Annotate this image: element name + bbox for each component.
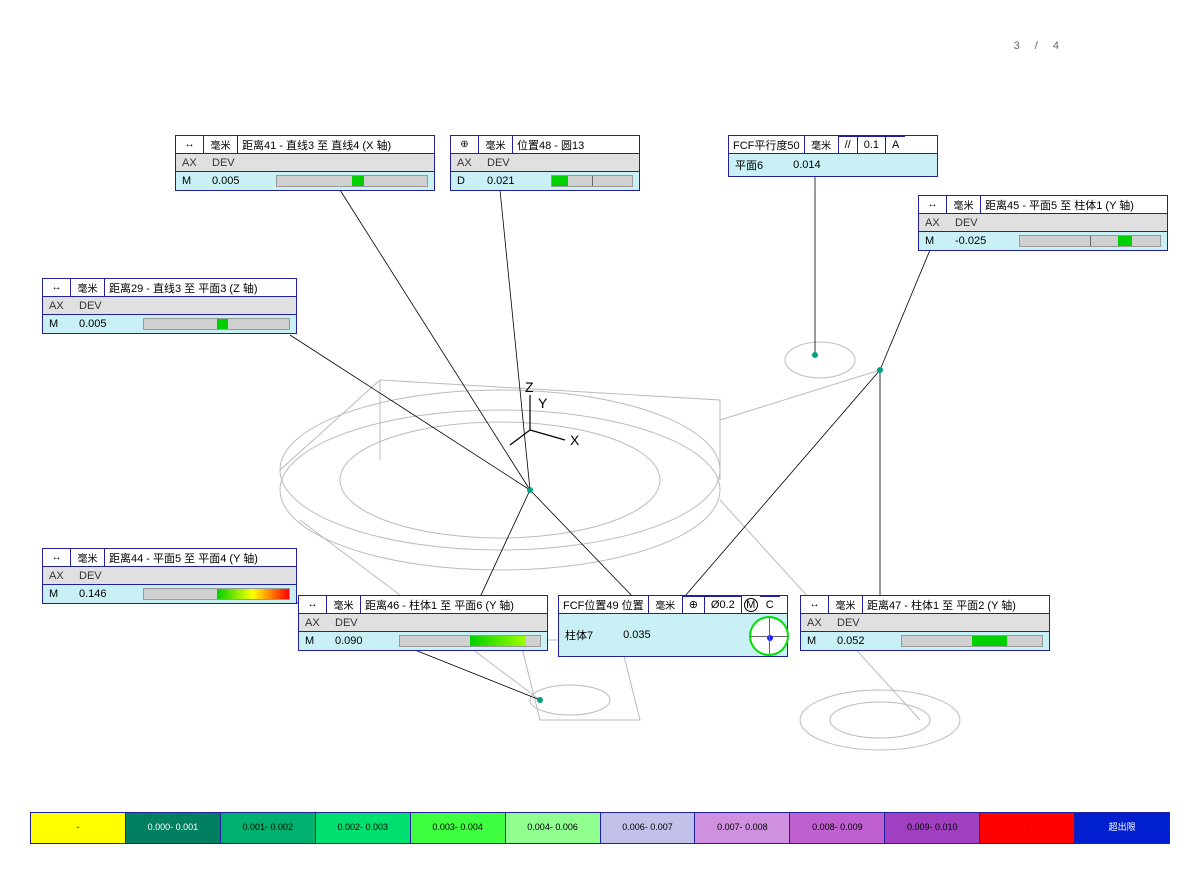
callout-distance-41[interactable]: ↔ 毫米 距离41 - 直线3 至 直线4 (X 轴) AXDEV M0.005 <box>175 135 435 191</box>
legend-swatch: 超出限 <box>1075 813 1169 843</box>
callout-distance-45[interactable]: ↔ 毫米 距离45 - 平面5 至 柱体1 (Y 轴) AXDEV M-0.02… <box>918 195 1168 251</box>
color-legend: -0.000- 0.0010.001- 0.0020.002- 0.0030.0… <box>30 812 1170 844</box>
legend-swatch: 0.003- 0.004 <box>411 813 506 843</box>
svg-text:Z: Z <box>525 379 534 395</box>
legend-swatch: 0.004- 0.006 <box>506 813 601 843</box>
legend-swatch: 0.009- 0.010 <box>885 813 980 843</box>
legend-swatch: 0.008- 0.009 <box>790 813 885 843</box>
legend-swatch: 0.007- 0.008 <box>695 813 790 843</box>
legend-swatch: - <box>980 813 1075 843</box>
legend-swatch: 0.002- 0.003 <box>316 813 411 843</box>
callout-fcf-49[interactable]: FCF位置49 位置 毫米 ⊕ Ø0.2 M C 柱体70.035 <box>558 595 788 657</box>
callout-distance-29[interactable]: ↔ 毫米 距离29 - 直线3 至 平面3 (Z 轴) AXDEV M0.005 <box>42 278 297 334</box>
legend-swatch: 0.001- 0.002 <box>221 813 316 843</box>
3d-viewport: Z Y X <box>0 0 1200 874</box>
svg-text:Y: Y <box>538 395 548 411</box>
callout-distance-47[interactable]: ↔ 毫米 距离47 - 柱体1 至 平面2 (Y 轴) AXDEV M0.052 <box>800 595 1050 651</box>
callout-distance-46[interactable]: ↔ 毫米 距离46 - 柱体1 至 平面6 (Y 轴) AXDEV M0.090 <box>298 595 548 651</box>
arrow-icon: ↔ <box>801 596 829 614</box>
parallelism-icon: // <box>839 136 858 154</box>
position-icon: ⊕ <box>451 136 479 154</box>
position-icon: ⊕ <box>683 596 705 614</box>
arrow-icon: ↔ <box>919 196 947 214</box>
svg-text:X: X <box>570 432 580 448</box>
callout-position-48[interactable]: ⊕ 毫米 位置48 - 圆13 AXDEV D0.021 <box>450 135 640 191</box>
legend-swatch: 0.000- 0.001 <box>126 813 221 843</box>
callout-distance-44[interactable]: ↔ 毫米 距离44 - 平面5 至 平面4 (Y 轴) AXDEV M0.146 <box>42 548 297 604</box>
arrow-icon: ↔ <box>299 596 327 614</box>
target-icon <box>749 616 789 656</box>
legend-swatch: - <box>31 813 126 843</box>
arrow-icon: ↔ <box>43 549 71 567</box>
arrow-icon: ↔ <box>176 136 204 154</box>
arrow-icon: ↔ <box>43 279 71 297</box>
legend-swatch: 0.006- 0.007 <box>601 813 696 843</box>
callout-fcf-50[interactable]: FCF平行度50 毫米 // 0.1 A 平面60.014 <box>728 135 938 177</box>
